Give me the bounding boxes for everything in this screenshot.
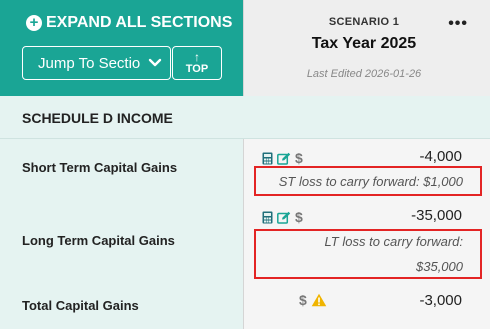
calculator-icon[interactable] <box>262 152 273 165</box>
dollar-icon[interactable]: $ <box>295 150 303 166</box>
short-term-icons: $ <box>262 150 303 166</box>
long-term-carryforward-note-line2: $35,000 <box>416 259 463 274</box>
top-button[interactable]: ↑ TOP <box>172 46 222 80</box>
dollar-icon[interactable]: $ <box>299 292 307 308</box>
expand-all-sections-button[interactable]: + EXPAND ALL SECTIONS <box>26 14 232 32</box>
long-term-carryforward-note-line1: LT loss to carry forward: <box>324 234 463 249</box>
scenario-header: SCENARIO 1 Tax Year 2025 Last Edited 202… <box>243 0 490 96</box>
short-term-gains-value[interactable]: -4,000 <box>419 148 462 165</box>
long-term-icons: $ <box>262 209 303 225</box>
short-term-gains-label: Short Term Capital Gains <box>22 160 178 175</box>
dollar-icon[interactable]: $ <box>295 209 303 225</box>
jump-to-section-dropdown[interactable]: Jump To Section <box>22 46 171 80</box>
total-capital-gains-label: Total Capital Gains <box>22 298 139 313</box>
short-term-carryforward-note: ST loss to carry forward: $1,000 <box>278 174 463 189</box>
top-button-label: TOP <box>185 62 209 75</box>
header-actions-panel: + EXPAND ALL SECTIONS Jump To Section ↑ … <box>0 0 243 96</box>
section-title: SCHEDULE D INCOME <box>22 110 173 126</box>
arrow-up-icon: ↑ <box>194 49 200 64</box>
last-edited-text: Last Edited 2026-01-26 <box>306 68 422 80</box>
plus-circle-icon: + <box>26 15 42 31</box>
edit-icon[interactable] <box>277 152 291 165</box>
long-term-gains-value[interactable]: -35,000 <box>411 207 462 224</box>
more-options-icon[interactable]: ••• <box>448 15 468 33</box>
long-term-gains-label: Long Term Capital Gains <box>22 233 175 248</box>
expand-all-sections-label: EXPAND ALL SECTIONS <box>46 14 233 31</box>
calculator-icon[interactable] <box>262 211 273 224</box>
total-icons: $ <box>299 292 327 308</box>
edit-icon[interactable] <box>277 211 291 224</box>
jump-to-section-label: Jump To Section <box>38 54 140 72</box>
total-capital-gains-value[interactable]: -3,000 <box>419 292 462 309</box>
scenario-title: Tax Year 2025 <box>311 35 417 52</box>
warning-icon[interactable] <box>311 293 327 307</box>
chevron-down-icon <box>148 58 162 67</box>
